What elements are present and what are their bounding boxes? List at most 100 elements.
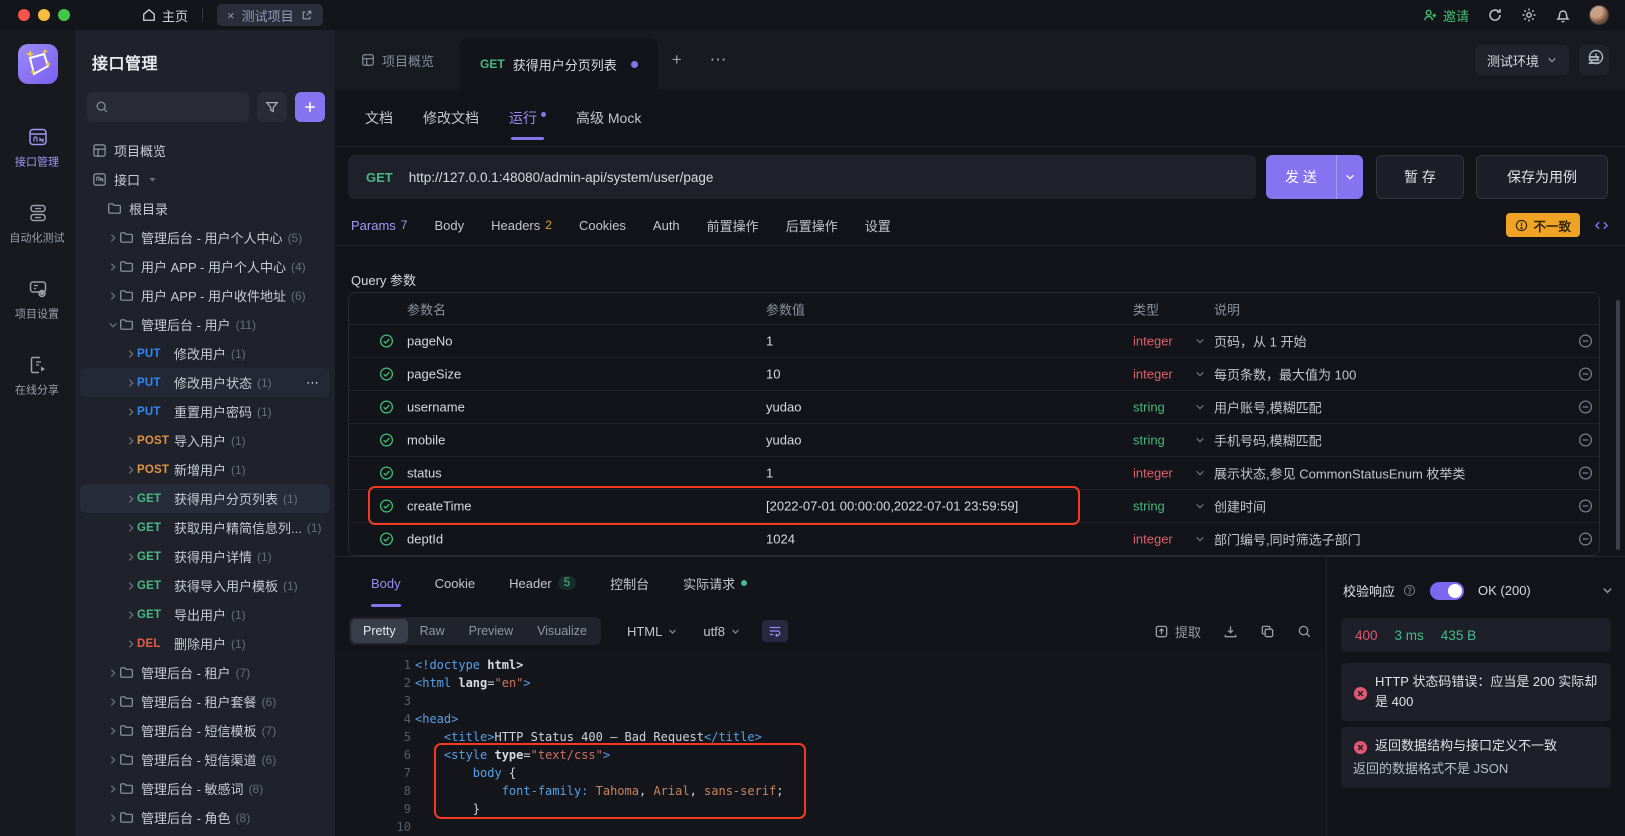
tab-api-run-active[interactable]: GET 获得用户分页列表 [460,38,658,90]
remove-param-icon[interactable] [1578,367,1593,382]
response-tab-Header[interactable]: Header5 [509,557,576,609]
close-tab-icon[interactable]: × [227,8,235,23]
chevron-right-icon[interactable] [125,378,137,388]
tree-api-item[interactable]: PUT修改用户状态(1)⋯ [80,368,330,397]
param-type[interactable]: string [1133,433,1165,448]
remove-param-icon[interactable] [1578,532,1593,547]
tree-api-item[interactable]: GET获得导入用户模板(1) [80,571,330,600]
remove-param-icon[interactable] [1578,499,1593,514]
new-tab-button[interactable]: + [658,50,696,70]
tree-api-item[interactable]: GET获取用户精简信息列...(1) [80,513,330,542]
view-mode-Visualize[interactable]: Visualize [525,619,599,643]
chevron-right-icon[interactable] [125,436,137,446]
encoding-select[interactable]: utf8 [703,624,740,639]
rail-item-api-management[interactable]: 接口管理 [0,126,75,170]
request-tab-后置操作[interactable]: 后置操作 [786,216,838,235]
tree-api-item[interactable]: DEL删除用户(1) [80,629,330,658]
send-options-chevron[interactable] [1336,155,1363,199]
tree-section-item[interactable]: 接口 [80,165,330,194]
more-options-icon[interactable]: ⋯ [306,375,320,391]
param-row[interactable]: deptId1024integer部门编号,同时筛选子部门 [349,523,1599,556]
param-type[interactable]: integer [1133,532,1173,547]
tree-folder-item[interactable]: 管理后台 - 用户个人中心(5) [80,223,330,252]
copy-icon[interactable] [1260,624,1275,639]
rail-item-online-share[interactable]: 在线分享 [0,354,75,398]
param-row[interactable]: mobileyudaostring手机号码,模糊匹配 [349,424,1599,457]
request-tab-Body[interactable]: Body [434,218,464,233]
param-value[interactable]: 1 [766,334,773,349]
help-icon[interactable] [1403,584,1416,597]
chevron-right-icon[interactable] [107,813,119,823]
chevron-right-icon[interactable] [107,262,119,272]
chevron-right-icon[interactable] [107,291,119,301]
history-clock-icon[interactable] [1587,48,1605,66]
home-button[interactable]: 主页 [142,6,188,25]
subtab-修改文档[interactable]: 修改文档 [423,90,479,146]
tab-overflow-button[interactable]: ⋯ [696,50,741,70]
chevron-right-icon[interactable] [107,697,119,707]
param-type[interactable]: string [1133,400,1165,415]
remove-param-icon[interactable] [1578,400,1593,415]
view-mode-Raw[interactable]: Raw [408,619,457,643]
param-type[interactable]: integer [1133,334,1173,349]
param-row[interactable]: pageNo1integer页码，从 1 开始 [349,325,1599,358]
chevron-right-icon[interactable] [125,407,137,417]
param-type[interactable]: integer [1133,466,1173,481]
response-tab-实际请求[interactable]: 实际请求 [683,557,747,609]
tree-folder-item[interactable]: 管理后台 - 短信模板(7) [80,716,330,745]
tree-folder-item[interactable]: 管理后台 - 租户(7) [80,658,330,687]
param-value[interactable]: yudao [766,433,801,448]
search-input[interactable] [87,92,249,122]
chevron-right-icon[interactable] [125,610,137,620]
enabled-check-icon[interactable] [379,466,394,481]
tree-api-item[interactable]: GET导出用户(1) [80,600,330,629]
remove-param-icon[interactable] [1578,334,1593,349]
rail-item-project-settings[interactable]: 项目设置 [0,278,75,322]
response-tab-Cookie[interactable]: Cookie [435,557,475,609]
rail-item-automated-testing[interactable]: 自动化测试 [0,202,75,246]
tree-folder-item[interactable]: 管理后台 - 短信渠道(6) [80,745,330,774]
subtab-文档[interactable]: 文档 [365,90,393,146]
param-row[interactable]: status1integer展示状态,参见 CommonStatusEnum 枚… [349,457,1599,490]
chevron-right-icon[interactable] [125,552,137,562]
request-tab-Headers[interactable]: Headers2 [491,218,552,233]
enabled-check-icon[interactable] [379,400,394,415]
request-scrollbar[interactable] [1616,300,1620,550]
request-tab-设置[interactable]: 设置 [865,216,891,235]
close-window-button[interactable] [18,9,30,21]
enabled-check-icon[interactable] [379,532,394,547]
search-response-icon[interactable] [1297,624,1312,639]
chevron-down-icon[interactable] [107,320,119,330]
enabled-check-icon[interactable] [379,367,394,382]
response-body-code[interactable]: 1<!doctype html>2<html lang="en">34<head… [335,650,1326,836]
chevron-right-icon[interactable] [125,494,137,504]
notifications-bell-icon[interactable] [1555,7,1571,23]
chevron-right-icon[interactable] [125,581,137,591]
tree-api-item[interactable]: GET获得用户详情(1) [80,542,330,571]
tree-api-item[interactable]: POST导入用户(1) [80,426,330,455]
tree-api-item[interactable]: PUT修改用户(1) [80,339,330,368]
param-row[interactable]: createTime[2022-07-01 00:00:00,2022-07-0… [349,490,1599,523]
request-url-bar[interactable]: GET http://127.0.0.1:48080/admin-api/sys… [348,155,1256,199]
response-tab-控制台[interactable]: 控制台 [610,557,649,609]
mismatch-badge[interactable]: 不一致 [1506,213,1580,237]
chevron-down-icon[interactable] [1602,585,1613,596]
chevron-right-icon[interactable] [125,349,137,359]
tab-project-overview[interactable]: 项目概览 [335,51,460,70]
response-tab-Body[interactable]: Body [371,557,401,609]
chevron-right-icon[interactable] [107,233,119,243]
request-tab-前置操作[interactable]: 前置操作 [707,216,759,235]
view-mode-Preview[interactable]: Preview [457,619,525,643]
tree-folder-item[interactable]: 用户 APP - 用户收件地址(6) [80,281,330,310]
external-link-icon[interactable] [301,9,313,21]
extract-button[interactable]: 提取 [1154,622,1201,641]
tree-root-item[interactable]: 根目录 [80,194,330,223]
tree-folder-item[interactable]: 管理后台 - 用户(11) [80,310,330,339]
chevron-right-icon[interactable] [107,668,119,678]
remove-param-icon[interactable] [1578,466,1593,481]
sync-icon[interactable] [1487,7,1503,23]
param-value[interactable]: [2022-07-01 00:00:00,2022-07-01 23:59:59… [766,499,1018,514]
param-value[interactable]: 1024 [766,532,795,547]
chevron-right-icon[interactable] [107,726,119,736]
tree-api-item[interactable]: POST新增用户(1) [80,455,330,484]
